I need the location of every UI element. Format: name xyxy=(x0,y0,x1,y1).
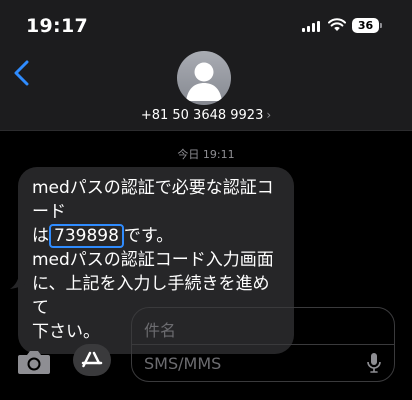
avatar-icon[interactable] xyxy=(177,51,231,105)
camera-icon[interactable] xyxy=(17,349,51,375)
back-chevron-icon[interactable] xyxy=(10,60,34,86)
message-timestamp: 今日 19:11 xyxy=(177,148,235,161)
message-line: medパスの認証で必要な認証コード xyxy=(32,178,274,222)
bubble-tail xyxy=(10,270,30,289)
subject-input[interactable]: 件名 xyxy=(144,317,176,341)
microphone-icon[interactable] xyxy=(366,352,382,374)
message-line: は 739898 です。 xyxy=(32,224,174,248)
status-time: 19:17 xyxy=(26,15,88,37)
chevron-right-icon: › xyxy=(266,108,272,122)
app-store-button[interactable] xyxy=(73,344,111,376)
wifi-icon xyxy=(328,18,346,31)
message-input[interactable]: SMS/MMS xyxy=(144,354,221,373)
contact-name[interactable]: +81 50 3648 9923 › xyxy=(0,108,412,123)
message-line: medパスの認証コード入力画面 xyxy=(32,250,274,270)
battery-icon: 36 xyxy=(352,18,382,33)
signal-icon xyxy=(302,21,320,32)
compose-divider xyxy=(132,344,394,345)
conversation-header: 19:17 36 +81 50 3648 9923 › xyxy=(0,0,412,131)
message-compose-box[interactable]: 件名 SMS/MMS xyxy=(131,307,395,382)
verification-code-link[interactable]: 739898 xyxy=(49,224,124,248)
app-store-icon xyxy=(81,351,103,368)
